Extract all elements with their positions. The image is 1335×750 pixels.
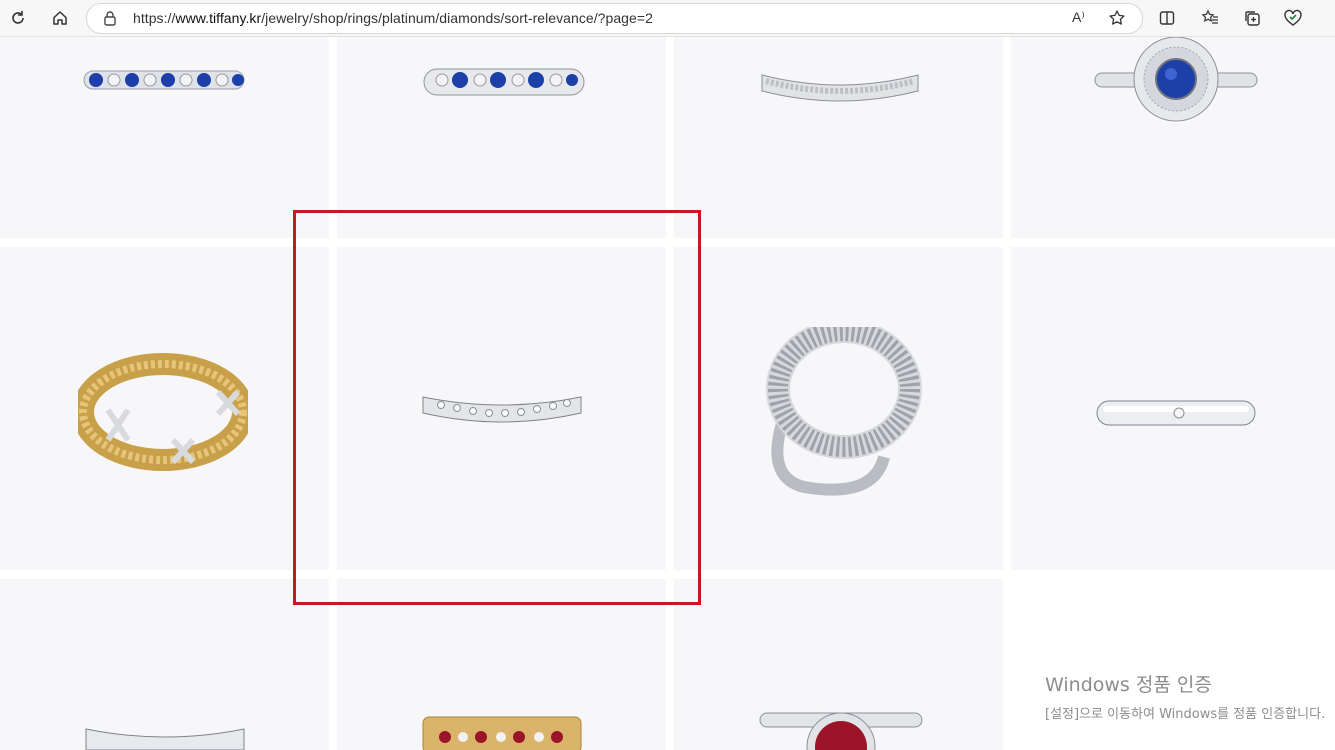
split-screen-icon[interactable] — [1155, 6, 1179, 30]
product-tile-sapphire-band[interactable] — [337, 37, 666, 238]
product-tile-solitaire-band[interactable] — [1011, 247, 1335, 570]
url-text[interactable]: https://www.tiffany.kr/jewelry/shop/ring… — [133, 10, 653, 26]
product-image — [422, 716, 582, 750]
read-aloud-icon[interactable]: A⁾ — [1072, 9, 1085, 26]
windows-activation-watermark: Windows 정품 인증 [설정]으로 이동하여 Windows를 정품 인증… — [1045, 670, 1325, 722]
product-tile-sapphire-halo-ring[interactable] — [1011, 37, 1335, 238]
home-icon[interactable] — [48, 6, 72, 30]
product-image — [761, 74, 919, 102]
favorite-star-icon[interactable] — [1108, 9, 1126, 32]
product-tile-sapphire-eternity-band[interactable] — [0, 37, 329, 238]
product-image — [78, 353, 248, 471]
activation-subtitle: [설정]으로 이동하여 Windows를 정품 인증합니다. — [1045, 707, 1326, 722]
product-image — [85, 728, 245, 750]
product-tile-open-pave-ring[interactable] — [674, 247, 1003, 570]
address-bar[interactable]: https://www.tiffany.kr/jewelry/shop/ring… — [86, 3, 1143, 34]
url-host: www.tiffany.kr — [175, 10, 262, 26]
url-prefix: https:// — [133, 10, 176, 26]
url-path: /jewelry/shop/rings/platinum/diamonds/so… — [261, 10, 653, 26]
selection-highlight-box — [293, 210, 701, 605]
product-image — [83, 70, 245, 90]
product-tile-curved-pave-band[interactable] — [674, 37, 1003, 238]
favorites-icon[interactable] — [1198, 6, 1222, 30]
product-tile-ruby-engagement-ring[interactable] — [674, 579, 1003, 750]
activation-title: Windows 정품 인증 — [1045, 674, 1212, 696]
product-image — [1096, 400, 1256, 426]
collections-icon[interactable] — [1240, 6, 1264, 30]
browser-toolbar: https://www.tiffany.kr/jewelry/shop/ring… — [0, 0, 1335, 37]
browser-essentials-icon[interactable] — [1281, 6, 1305, 30]
refresh-icon[interactable] — [6, 6, 30, 30]
product-image — [759, 712, 923, 750]
product-image — [423, 68, 585, 96]
product-image — [1094, 37, 1258, 122]
product-tile-gold-rope-x-ring[interactable] — [0, 247, 329, 570]
lock-icon[interactable] — [103, 10, 117, 31]
product-image — [766, 327, 922, 496]
product-tile-curved-platinum-band[interactable] — [0, 579, 329, 750]
